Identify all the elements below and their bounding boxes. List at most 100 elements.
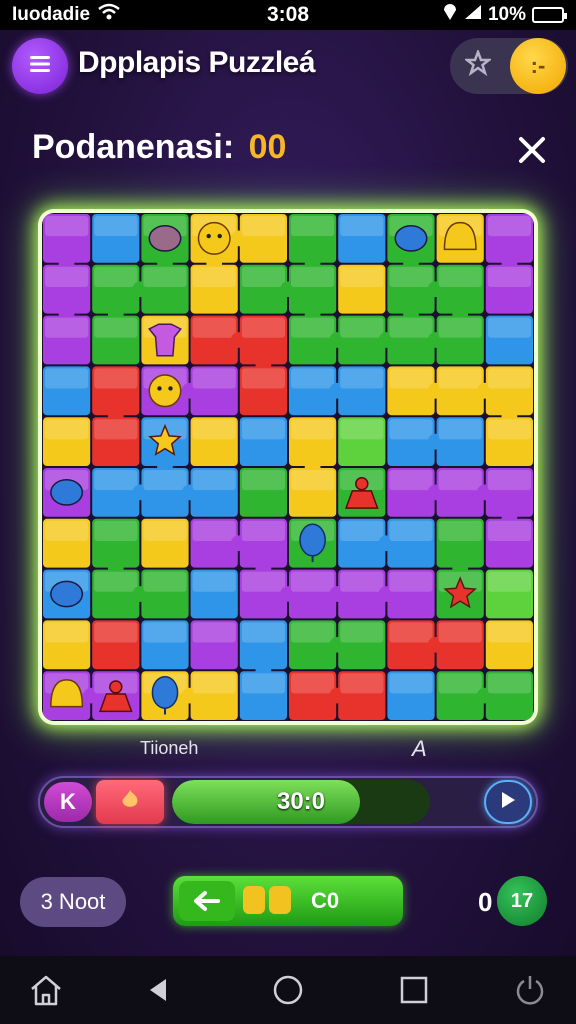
puzzle-piece[interactable]: [289, 417, 337, 475]
puzzle-piece[interactable]: [485, 417, 533, 466]
puzzle-piece[interactable]: [485, 214, 533, 272]
face-token-icon[interactable]: [148, 374, 182, 408]
puzzle-piece[interactable]: [239, 569, 296, 619]
puzzle-piece[interactable]: [338, 417, 386, 466]
puzzle-piece[interactable]: [239, 518, 287, 577]
puzzle-piece[interactable]: [289, 671, 346, 720]
puzzle-piece[interactable]: [485, 518, 533, 568]
coin-button[interactable]: :-: [510, 38, 566, 94]
puzzle-piece[interactable]: [387, 620, 444, 670]
puzzle-piece[interactable]: [338, 315, 395, 365]
puzzle-piece[interactable]: [485, 620, 533, 670]
puzzle-piece[interactable]: [289, 315, 346, 365]
puzzle-piece[interactable]: [239, 620, 287, 679]
puzzle-piece[interactable]: [338, 518, 395, 568]
puzzle-piece[interactable]: [239, 366, 287, 416]
puzzle-piece[interactable]: [436, 671, 493, 720]
puzzle-piece[interactable]: [289, 366, 346, 416]
puzzle-grid[interactable]: [42, 213, 534, 721]
puzzle-piece[interactable]: [190, 468, 238, 517]
puzzle-piece[interactable]: [338, 620, 386, 670]
blob-token-icon[interactable]: [148, 225, 182, 252]
puzzle-piece[interactable]: [92, 620, 140, 670]
puzzle-piece[interactable]: [436, 366, 493, 416]
puzzle-piece[interactable]: [92, 315, 140, 365]
puzzle-piece[interactable]: [289, 264, 337, 323]
puzzle-piece[interactable]: [239, 671, 287, 720]
puzzle-piece[interactable]: [43, 620, 91, 670]
favorite-button[interactable]: [450, 38, 506, 94]
back-action-button[interactable]: C0: [173, 876, 403, 926]
blob-token-icon[interactable]: [394, 225, 428, 252]
puzzle-piece[interactable]: [239, 468, 287, 517]
counter-badge[interactable]: 17: [497, 876, 547, 926]
puzzle-piece[interactable]: [387, 518, 435, 568]
recents-button[interactable]: [394, 972, 434, 1012]
puzzle-piece[interactable]: [239, 264, 296, 314]
puzzle-piece[interactable]: [436, 264, 484, 323]
puzzle-piece[interactable]: [239, 315, 287, 374]
puzzle-piece[interactable]: [289, 214, 337, 272]
home-button[interactable]: [26, 972, 66, 1012]
rewind-button[interactable]: K: [44, 782, 92, 822]
puzzle-piece[interactable]: [190, 264, 238, 314]
puzzle-piece[interactable]: [190, 569, 238, 619]
play-button[interactable]: [484, 780, 532, 824]
puzzle-piece[interactable]: [43, 315, 91, 365]
puzzle-piece[interactable]: [141, 468, 198, 517]
moves-button[interactable]: 3 Noot: [20, 877, 126, 927]
puzzle-piece[interactable]: [485, 366, 533, 425]
puzzle-piece[interactable]: [387, 468, 444, 517]
puzzle-piece[interactable]: [239, 417, 287, 466]
puzzle-piece[interactable]: [92, 366, 140, 425]
puzzle-piece[interactable]: [289, 468, 337, 517]
menu-button[interactable]: [12, 38, 68, 94]
puzzle-piece[interactable]: [387, 264, 444, 323]
puzzle-piece[interactable]: [387, 315, 444, 365]
puzzle-piece[interactable]: [190, 518, 247, 568]
puzzle-piece[interactable]: [485, 315, 533, 365]
puzzle-piece[interactable]: [43, 518, 91, 568]
puzzle-piece[interactable]: [239, 214, 287, 263]
puzzle-piece[interactable]: [338, 671, 386, 720]
blob-token-icon[interactable]: [50, 479, 84, 506]
puzzle-piece[interactable]: [43, 264, 91, 323]
puzzle-piece[interactable]: [141, 620, 189, 670]
puzzle-piece[interactable]: [485, 569, 533, 619]
puzzle-piece[interactable]: [43, 417, 91, 466]
puzzle-piece[interactable]: [436, 620, 484, 670]
puzzle-piece[interactable]: [387, 569, 435, 619]
puzzle-piece[interactable]: [436, 315, 484, 365]
puzzle-board[interactable]: [42, 213, 534, 721]
close-button[interactable]: [512, 130, 552, 170]
puzzle-piece[interactable]: [436, 468, 493, 517]
puzzle-piece[interactable]: [387, 366, 444, 416]
puzzle-piece[interactable]: [141, 518, 189, 568]
puzzle-piece[interactable]: [387, 671, 435, 720]
puzzle-piece[interactable]: [190, 366, 238, 416]
puzzle-piece[interactable]: [92, 468, 149, 517]
puzzle-piece[interactable]: [141, 569, 189, 619]
puzzle-piece[interactable]: [387, 417, 444, 466]
puzzle-piece[interactable]: [190, 671, 238, 720]
puzzle-piece[interactable]: [338, 264, 386, 314]
puzzle-piece[interactable]: [436, 518, 484, 577]
puzzle-piece[interactable]: [92, 518, 140, 577]
puzzle-piece[interactable]: [485, 264, 533, 314]
puzzle-piece[interactable]: [92, 417, 140, 466]
puzzle-piece[interactable]: [485, 468, 533, 526]
puzzle-piece[interactable]: [289, 569, 346, 619]
puzzle-piece[interactable]: [289, 620, 346, 670]
puzzle-piece[interactable]: [43, 366, 91, 416]
puzzle-piece[interactable]: [92, 569, 149, 619]
puzzle-piece[interactable]: [43, 214, 91, 272]
puzzle-piece[interactable]: [141, 264, 189, 314]
puzzle-piece[interactable]: [485, 671, 533, 720]
puzzle-piece[interactable]: [338, 214, 386, 263]
puzzle-piece[interactable]: [92, 214, 140, 263]
back-button[interactable]: [138, 972, 178, 1012]
face-token-icon[interactable]: [197, 221, 231, 255]
puzzle-piece[interactable]: [190, 417, 238, 466]
puzzle-piece[interactable]: [190, 620, 238, 670]
power-up-button[interactable]: [96, 780, 164, 824]
